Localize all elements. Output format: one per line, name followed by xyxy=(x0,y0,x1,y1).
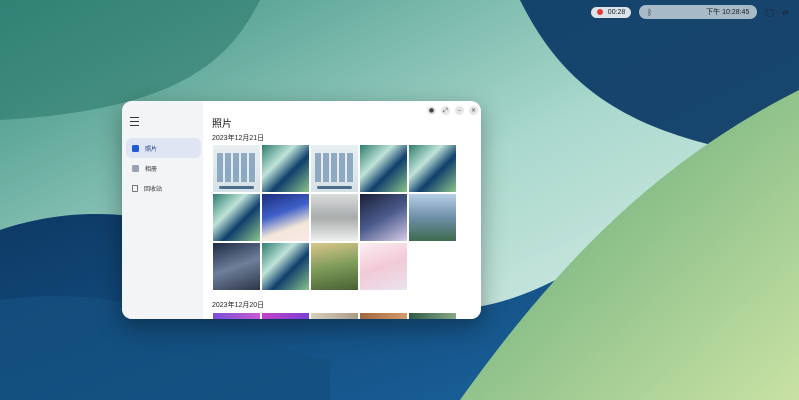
photo-thumbnail[interactable] xyxy=(311,145,358,192)
volume-icon[interactable] xyxy=(684,9,696,15)
close-icon[interactable]: × xyxy=(469,106,478,115)
photo-thumbnail[interactable] xyxy=(262,243,309,290)
photo-thumbnail[interactable] xyxy=(360,243,407,290)
photo-thumbnail[interactable] xyxy=(213,313,260,319)
photo-grid xyxy=(213,145,458,290)
chat-icon[interactable]: ◯ xyxy=(765,8,774,17)
switch-icon[interactable]: ⇄ xyxy=(782,8,789,17)
top-panel: 00:28 ᛒ 下午 10:28:45 ◯ ⇄ xyxy=(547,4,799,20)
sidebar-item-photos[interactable]: 照片 xyxy=(126,138,201,158)
photo-thumbnail[interactable] xyxy=(213,243,260,290)
photo-thumbnail[interactable] xyxy=(409,313,456,319)
sidebar-item-trash[interactable]: 回收站 xyxy=(126,178,201,198)
photo-thumbnail[interactable] xyxy=(360,145,407,192)
trash-icon xyxy=(132,184,138,192)
screen-record-indicator[interactable]: 00:28 xyxy=(590,6,632,18)
page-title: 照片 xyxy=(212,119,232,130)
photo-thumbnail[interactable] xyxy=(360,194,407,241)
bluetooth-icon[interactable]: ᛒ xyxy=(647,8,652,17)
clock[interactable]: 下午 10:28:45 xyxy=(706,7,749,17)
network-icon[interactable] xyxy=(662,9,674,15)
date-group-label: 2023年12月21日 xyxy=(212,135,265,142)
photos-icon xyxy=(132,144,139,152)
photo-thumbnail[interactable] xyxy=(213,145,260,192)
minimize-icon[interactable]: – xyxy=(455,106,464,115)
photo-thumbnail[interactable] xyxy=(311,313,358,319)
photo-thumbnail[interactable] xyxy=(311,243,358,290)
sidebar-item-label: 相册 xyxy=(145,165,158,173)
albums-icon xyxy=(132,164,139,172)
sidebar-item-albums[interactable]: 相册 xyxy=(126,158,201,178)
photo-thumbnail[interactable] xyxy=(213,194,260,241)
sidebar: 照片 相册 回收站 xyxy=(122,101,203,319)
menu-icon[interactable] xyxy=(130,117,139,126)
photo-grid xyxy=(213,313,458,319)
date-group-label: 2023年12月20日 xyxy=(212,302,265,309)
system-tray: ᛒ 下午 10:28:45 xyxy=(639,5,758,19)
photo-thumbnail[interactable] xyxy=(311,194,358,241)
sidebar-item-label: 照片 xyxy=(145,145,158,153)
fullscreen-icon[interactable]: ⤢ xyxy=(441,106,450,115)
photo-thumbnail[interactable] xyxy=(262,194,309,241)
photo-thumbnail[interactable] xyxy=(360,313,407,319)
photos-window: 照片 相册 回收站 ● ⤢ – × 照片 2023年12月21日 2023年12… xyxy=(122,101,481,319)
record-time: 00:28 xyxy=(607,8,626,16)
photo-thumbnail[interactable] xyxy=(262,313,309,319)
sidebar-item-label: 回收站 xyxy=(144,185,163,193)
record-dot-icon xyxy=(596,9,603,15)
record-icon[interactable]: ● xyxy=(427,106,436,115)
photo-thumbnail[interactable] xyxy=(409,145,456,192)
photo-thumbnail[interactable] xyxy=(409,194,456,241)
photo-thumbnail[interactable] xyxy=(262,145,309,192)
photos-main: ● ⤢ – × 照片 2023年12月21日 2023年12月20日 xyxy=(203,101,481,319)
